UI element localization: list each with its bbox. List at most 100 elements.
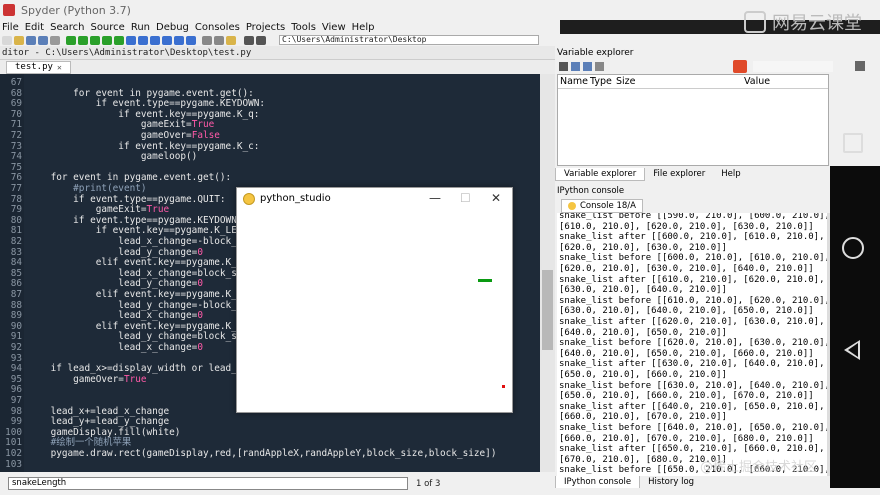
- back-arrow-icon[interactable]: [244, 35, 254, 45]
- code-text: lead_x_change=-block_size: [28, 236, 260, 247]
- ime-toolbar: [753, 61, 833, 72]
- column-size[interactable]: Size: [616, 76, 744, 87]
- home-icon[interactable]: [842, 237, 864, 259]
- ime-logo-icon: [733, 60, 747, 73]
- code-text: lead_y_change=: [28, 246, 198, 258]
- print-icon[interactable]: [50, 35, 60, 45]
- save-data-as-icon[interactable]: [583, 62, 592, 71]
- menu-item-source[interactable]: Source: [90, 22, 124, 33]
- console-line: snake_list after [[630.0, 210.0], [640.0…: [559, 359, 825, 370]
- debug-icon[interactable]: [126, 35, 136, 45]
- menu-item-run[interactable]: Run: [131, 22, 150, 33]
- run-file-icon[interactable]: [78, 35, 88, 45]
- menu-item-consoles[interactable]: Consoles: [195, 22, 240, 33]
- save-data-icon[interactable]: [571, 62, 580, 71]
- code-line: 92 lead_x_change=0: [0, 342, 203, 354]
- ipython-console-output[interactable]: snake_list before [[590.0, 210.0], [600.…: [557, 213, 827, 476]
- menu-item-help[interactable]: Help: [352, 22, 375, 33]
- tab-variable-explorer[interactable]: Variable explorer: [555, 168, 646, 181]
- watermark-text: 网易云课堂: [772, 13, 862, 34]
- console-line: snake_list after [[600.0, 210.0], [610.0…: [559, 232, 825, 243]
- line-number: 87: [10, 289, 22, 300]
- console-line: snake_list before [[610.0, 210.0], [620.…: [559, 295, 827, 306]
- column-name[interactable]: Name: [560, 76, 590, 87]
- editor-pane-header: ditor - C:\Users\Administrator\Desktop\t…: [0, 46, 555, 60]
- menu-item-search[interactable]: Search: [50, 22, 84, 33]
- preferences-icon[interactable]: [214, 35, 224, 45]
- tab-test-py[interactable]: test.py ✕: [6, 60, 71, 74]
- find-input[interactable]: snakeLength: [8, 477, 408, 490]
- code-constant: True: [123, 373, 147, 385]
- python-path-icon[interactable]: [226, 35, 236, 45]
- menu-item-tools[interactable]: Tools: [291, 22, 316, 33]
- menu-bar: File Edit Search Source Run Debug Consoles Proj…: [0, 20, 560, 34]
- menu-item-edit[interactable]: Edit: [25, 22, 44, 33]
- code-constant: 0: [197, 310, 203, 322]
- line-number: 82: [10, 236, 22, 247]
- code-text: if event.type==pygame.QUIT:: [28, 193, 226, 205]
- android-nav-bar: [828, 120, 880, 410]
- new-file-icon[interactable]: [2, 35, 12, 45]
- console-line: snake_list after [[650.0, 210.0], [660.0…: [559, 444, 825, 455]
- column-type[interactable]: Type: [590, 76, 616, 87]
- stop-debug-icon[interactable]: [186, 35, 196, 45]
- continue-icon[interactable]: [174, 35, 184, 45]
- console-line: [650.0, 210.0], [660.0, 210.0], [670.0, …: [559, 391, 814, 402]
- python-logo-icon: [243, 192, 255, 205]
- close-icon[interactable]: ✕: [491, 191, 501, 205]
- code-text: elif event.key==pygame.K_DOWN:: [28, 320, 266, 332]
- console-line: snake_list before [[630.0, 210.0], [640.…: [559, 380, 827, 391]
- working-directory-input[interactable]: C:\Users\Administrator\Desktop: [279, 35, 539, 45]
- console-line: snake_list after [[640.0, 210.0], [650.0…: [559, 401, 825, 412]
- run-cell-icon[interactable]: [90, 35, 100, 45]
- step-icon[interactable]: [138, 35, 148, 45]
- recent-apps-icon[interactable]: [843, 133, 863, 153]
- step-return-icon[interactable]: [162, 35, 172, 45]
- editor-scrollbar-thumb[interactable]: [542, 270, 553, 350]
- code-text: lead_x_change=: [28, 342, 198, 353]
- menu-item-view[interactable]: View: [322, 22, 346, 33]
- forward-arrow-icon[interactable]: [256, 35, 266, 45]
- code-text: for event in pygame.event.get():: [28, 172, 232, 184]
- menu-item-debug[interactable]: Debug: [156, 22, 189, 33]
- code-constant: 0: [197, 342, 203, 353]
- tab-help[interactable]: Help: [713, 168, 748, 181]
- tab-console[interactable]: Console 18/A: [561, 198, 643, 213]
- maximize-icon[interactable]: ☐: [460, 191, 471, 205]
- pygame-window[interactable]: python_studio — ☐ ✕: [236, 187, 513, 413]
- code-line: 74 gameloop(): [0, 151, 198, 163]
- close-icon[interactable]: ✕: [57, 63, 62, 72]
- code-text: lead_y_change=: [28, 278, 198, 290]
- gear-icon[interactable]: [855, 61, 865, 71]
- line-number: 67: [10, 77, 22, 88]
- apple: [502, 385, 505, 388]
- editor-scrollbar[interactable]: [540, 74, 555, 472]
- code-text: #绘制一个随机苹果: [28, 437, 132, 449]
- tab-file-explorer[interactable]: File explorer: [645, 168, 713, 181]
- variable-explorer-header: Variable explorer: [557, 48, 634, 58]
- console-line: snake_list after [[620.0, 210.0], [630.0…: [559, 317, 825, 327]
- console-line: [640.0, 210.0], [650.0, 210.0], [660.0, …: [559, 348, 814, 359]
- import-data-icon[interactable]: [559, 62, 568, 71]
- save-icon[interactable]: [26, 35, 36, 45]
- code-text: lead_x+=lead_x_change: [28, 405, 170, 417]
- menu-item-file[interactable]: File: [2, 22, 19, 33]
- code-line: 102 pygame.draw.rect(gameDisplay,red,[ra…: [0, 448, 496, 460]
- run-cell-advance-icon[interactable]: [102, 35, 112, 45]
- open-file-icon[interactable]: [14, 35, 24, 45]
- menu-item-projects[interactable]: Projects: [246, 22, 285, 33]
- code-text: lead_x_change=block_size: [28, 267, 254, 279]
- step-into-icon[interactable]: [150, 35, 160, 45]
- line-number: 97: [10, 395, 22, 406]
- console-line: [620.0, 210.0], [630.0, 210.0]]: [559, 242, 727, 253]
- erase-icon[interactable]: [595, 62, 604, 71]
- maximize-pane-icon[interactable]: [202, 35, 212, 45]
- column-value[interactable]: Value: [744, 76, 770, 87]
- tab-label: test.py: [15, 62, 53, 72]
- save-all-icon[interactable]: [38, 35, 48, 45]
- variable-table[interactable]: Name Type Size Value: [557, 74, 829, 166]
- run-selection-icon[interactable]: [114, 35, 124, 45]
- python-logo-icon: [568, 201, 576, 210]
- minimize-icon[interactable]: —: [429, 191, 441, 205]
- run-icon[interactable]: [66, 35, 76, 45]
